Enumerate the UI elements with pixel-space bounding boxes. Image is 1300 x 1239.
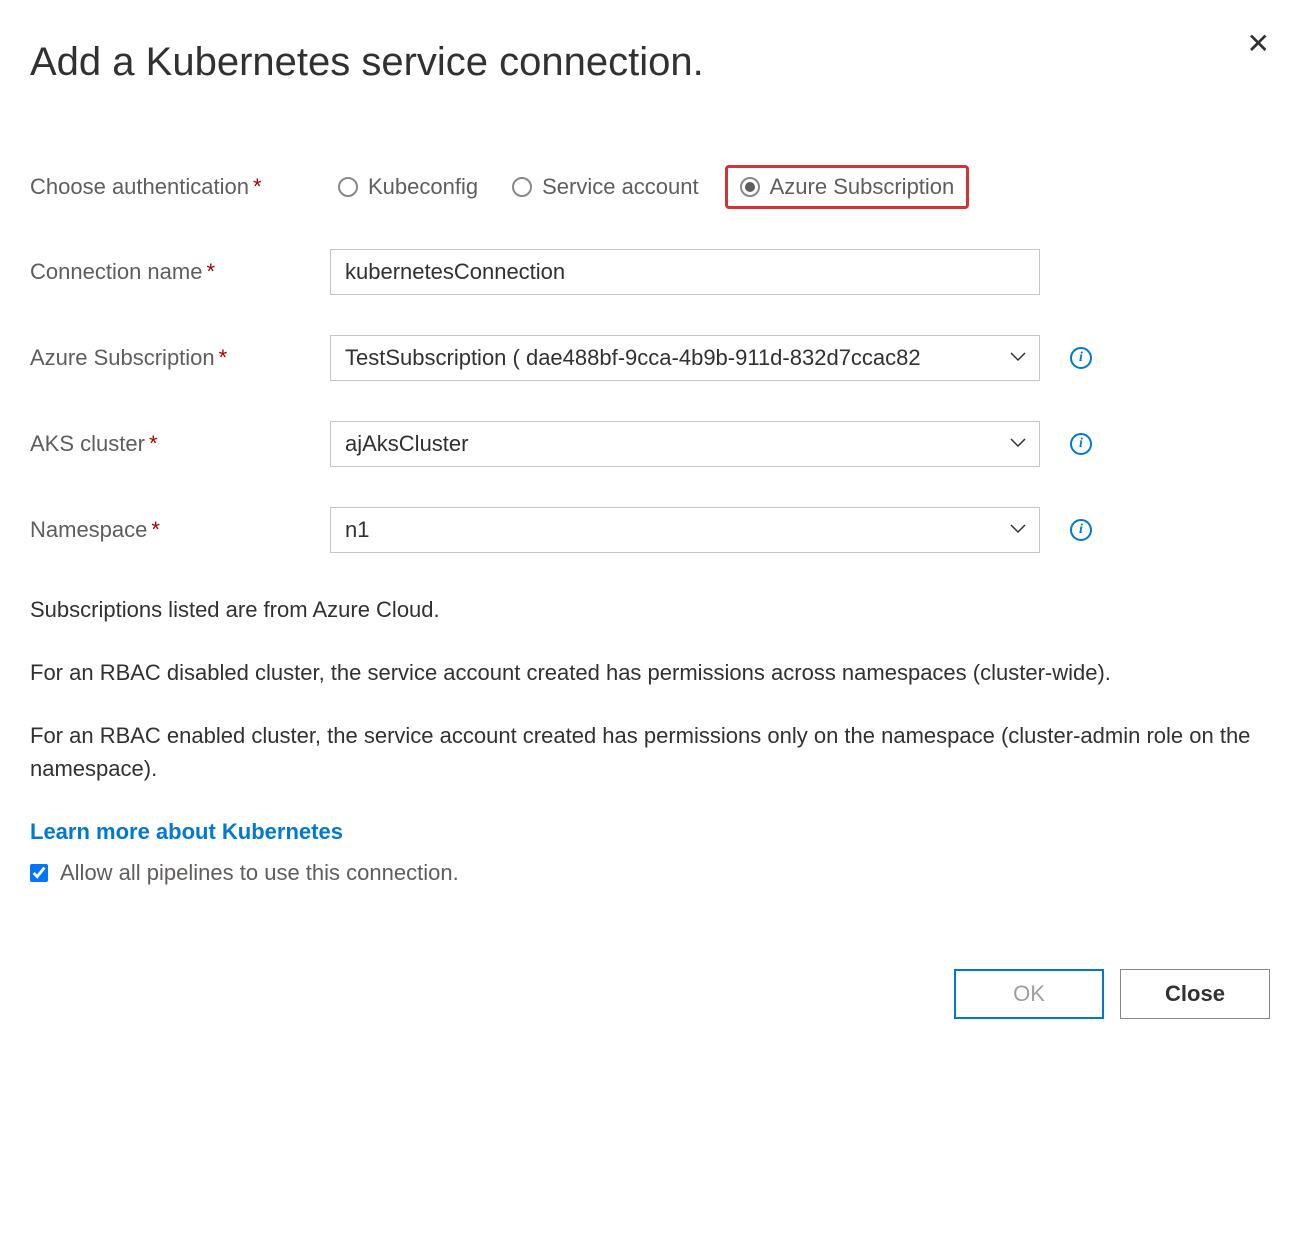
help-line-2: For an RBAC disabled cluster, the servic… (30, 656, 1270, 689)
radio-service-account[interactable]: Service account (504, 170, 707, 204)
radio-kubeconfig[interactable]: Kubeconfig (330, 170, 486, 204)
ok-button[interactable]: OK (954, 969, 1104, 1019)
radio-icon (740, 177, 760, 197)
namespace-row: Namespace* n1 i (30, 507, 1270, 553)
aks-cluster-select[interactable]: ajAksCluster (330, 421, 1040, 467)
radio-azure-subscription[interactable]: Azure Subscription (725, 165, 970, 209)
required-asterisk: * (149, 431, 158, 456)
info-icon[interactable]: i (1070, 519, 1092, 541)
aks-cluster-row: AKS cluster* ajAksCluster i (30, 421, 1270, 467)
help-line-1: Subscriptions listed are from Azure Clou… (30, 593, 1270, 626)
required-asterisk: * (253, 174, 262, 199)
button-row: OK Close (30, 969, 1270, 1019)
required-asterisk: * (219, 345, 228, 370)
connection-name-field (330, 249, 1270, 295)
allow-pipelines-row: Allow all pipelines to use this connecti… (30, 856, 1270, 889)
auth-row: Choose authentication* Kubeconfig Servic… (30, 165, 1270, 209)
close-icon[interactable]: ✕ (1247, 30, 1270, 58)
help-line-3: For an RBAC enabled cluster, the service… (30, 719, 1270, 785)
allow-pipelines-checkbox[interactable] (30, 864, 48, 882)
radio-icon (338, 177, 358, 197)
connection-name-label: Connection name* (30, 259, 330, 285)
azure-subscription-row: Azure Subscription* TestSubscription ( d… (30, 335, 1270, 381)
azure-subscription-field: TestSubscription ( dae488bf-9cca-4b9b-91… (330, 335, 1270, 381)
help-text: Subscriptions listed are from Azure Clou… (30, 593, 1270, 889)
connection-name-row: Connection name* (30, 249, 1270, 295)
connection-name-input[interactable] (330, 249, 1040, 295)
azure-subscription-label: Azure Subscription* (30, 345, 330, 371)
info-icon[interactable]: i (1070, 433, 1092, 455)
azure-subscription-select[interactable]: TestSubscription ( dae488bf-9cca-4b9b-91… (330, 335, 1040, 381)
namespace-field: n1 i (330, 507, 1270, 553)
auth-radio-group: Kubeconfig Service account Azure Subscri… (330, 165, 1270, 209)
radio-icon (512, 177, 532, 197)
namespace-label: Namespace* (30, 517, 330, 543)
learn-more-link[interactable]: Learn more about Kubernetes (30, 815, 343, 848)
aks-cluster-label: AKS cluster* (30, 431, 330, 457)
service-connection-dialog: ✕ Add a Kubernetes service connection. C… (30, 40, 1270, 1019)
allow-pipelines-label: Allow all pipelines to use this connecti… (60, 856, 459, 889)
required-asterisk: * (206, 259, 215, 284)
required-asterisk: * (151, 517, 160, 542)
info-icon[interactable]: i (1070, 347, 1092, 369)
aks-cluster-field: ajAksCluster i (330, 421, 1270, 467)
auth-label: Choose authentication* (30, 174, 330, 200)
namespace-select[interactable]: n1 (330, 507, 1040, 553)
close-button[interactable]: Close (1120, 969, 1270, 1019)
dialog-title: Add a Kubernetes service connection. (30, 40, 1270, 85)
